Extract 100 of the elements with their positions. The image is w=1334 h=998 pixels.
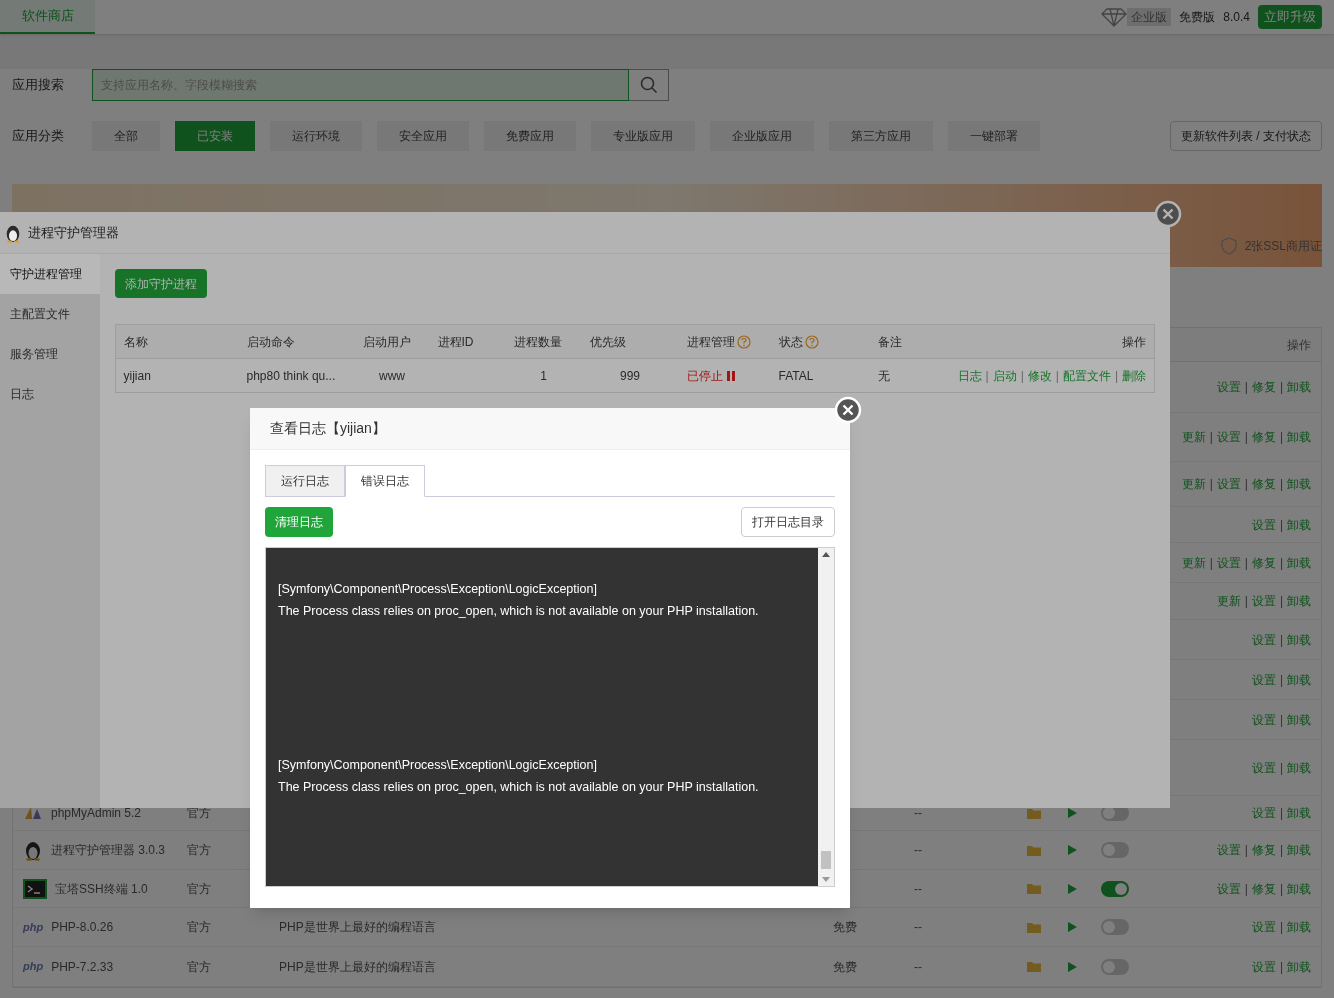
scroll-down-icon[interactable] (822, 877, 830, 882)
action-link[interactable]: 卸载 (1287, 804, 1311, 822)
action-link[interactable]: 设置 (1251, 804, 1276, 822)
sidebar-item[interactable]: 守护进程管理 (0, 254, 100, 294)
action-link[interactable]: 设置 (1251, 957, 1276, 976)
help-icon[interactable] (804, 334, 819, 349)
folder-icon[interactable] (1026, 806, 1042, 820)
clear-log-button[interactable]: 清理日志 (265, 507, 333, 537)
toggle-switch[interactable] (1101, 958, 1129, 975)
action-link[interactable]: 卸载 (1287, 758, 1311, 777)
action-link[interactable]: 更新 (1181, 475, 1206, 493)
separator: | (1209, 554, 1213, 572)
separator: | (1244, 880, 1248, 898)
action-link[interactable]: 修复 (1251, 428, 1276, 446)
category-button[interactable]: 运行环境 (270, 121, 362, 151)
help-icon[interactable] (736, 334, 751, 349)
app-name[interactable]: phpMyAdmin 5.2 (51, 804, 142, 822)
separator: | (985, 367, 989, 385)
action-link[interactable]: 日志 (957, 366, 982, 385)
category-button[interactable]: 安全应用 (377, 121, 469, 151)
action-link[interactable]: 设置 (1216, 553, 1241, 572)
column-header: 优先级 (589, 333, 626, 351)
folder-icon[interactable] (1026, 882, 1042, 895)
action-link[interactable]: 卸载 (1287, 475, 1311, 493)
action-link[interactable]: 设置 (1251, 630, 1276, 649)
action-link[interactable]: 卸载 (1287, 670, 1311, 689)
play-icon[interactable] (1066, 921, 1078, 933)
separator: | (1279, 958, 1283, 976)
action-link[interactable]: 配置文件 (1062, 366, 1111, 385)
scrollbar[interactable] (818, 548, 834, 886)
action-link[interactable]: 设置 (1251, 758, 1276, 777)
action-link[interactable]: 更新 (1181, 428, 1206, 446)
category-button[interactable]: 专业版应用 (591, 121, 695, 151)
toggle-switch[interactable] (1101, 880, 1129, 897)
app-name[interactable]: 进程守护管理器 3.0.3 (51, 841, 166, 859)
action-link[interactable]: 卸载 (1287, 592, 1311, 610)
action-link[interactable]: 更新 (1181, 553, 1206, 572)
action-link[interactable]: 设置 (1216, 475, 1241, 493)
action-link[interactable]: 修复 (1251, 553, 1276, 572)
action-link[interactable]: 修复 (1251, 378, 1276, 396)
action-link[interactable]: 设置 (1251, 918, 1276, 936)
toggle-switch[interactable] (1101, 919, 1129, 935)
refresh-button[interactable]: 更新软件列表 / 支付状态 (1170, 121, 1322, 151)
upgrade-button[interactable]: 立即升级 (1258, 5, 1322, 29)
action-link[interactable]: 设置 (1216, 428, 1241, 446)
action-link[interactable]: 设置 (1216, 841, 1241, 859)
action-link[interactable]: 卸载 (1287, 710, 1311, 729)
scroll-thumb[interactable] (821, 851, 831, 869)
category-button[interactable]: 免费应用 (484, 121, 576, 151)
category-button[interactable]: 已安装 (175, 121, 255, 151)
category-button[interactable]: 全部 (92, 121, 160, 151)
close-icon[interactable] (1154, 200, 1182, 228)
folder-icon[interactable] (1026, 960, 1042, 973)
action-link[interactable]: 设置 (1251, 710, 1276, 729)
search-button[interactable] (629, 69, 669, 101)
scroll-up-icon[interactable] (822, 552, 830, 557)
description-text: PHP是世界上最好的编程语言 (279, 959, 436, 974)
app-name[interactable]: 宝塔SSH终端 1.0 (55, 879, 148, 898)
action-link[interactable]: 设置 (1251, 670, 1276, 689)
action-link[interactable]: 设置 (1251, 515, 1276, 534)
category-button[interactable]: 企业版应用 (710, 121, 814, 151)
app-name[interactable]: PHP-7.2.33 (51, 957, 114, 976)
action-link[interactable]: 设置 (1216, 879, 1241, 898)
store-tab[interactable]: 软件商店 (0, 0, 95, 34)
log-line: [Symfony\Component\Process\Exception\LogicException] (278, 581, 598, 598)
open-log-folder-button[interactable]: 打开日志目录 (741, 507, 835, 537)
action-link[interactable]: 更新 (1216, 592, 1241, 610)
add-process-button[interactable]: 添加守护进程 (114, 269, 207, 298)
action-link[interactable]: 卸载 (1287, 879, 1311, 898)
action-link[interactable]: 卸载 (1287, 841, 1311, 859)
separator: | (1279, 631, 1283, 649)
toggle-switch[interactable] (1101, 842, 1129, 858)
action-link[interactable]: 删除 (1122, 366, 1146, 385)
action-link[interactable]: 卸载 (1287, 515, 1311, 534)
action-link[interactable]: 设置 (1216, 378, 1241, 396)
action-link[interactable]: 修复 (1251, 841, 1276, 859)
category-button[interactable]: 第三方应用 (829, 121, 933, 151)
category-button[interactable]: 一键部署 (948, 121, 1040, 151)
log-tab[interactable]: 错误日志 (345, 465, 425, 497)
folder-icon[interactable] (1026, 843, 1042, 857)
action-link[interactable]: 卸载 (1287, 553, 1311, 572)
action-link[interactable]: 设置 (1251, 592, 1276, 610)
process-state[interactable]: 已停止 (678, 366, 771, 385)
action-link[interactable]: 修改 (1027, 366, 1052, 385)
play-icon[interactable] (1066, 844, 1078, 856)
log-tab[interactable]: 运行日志 (265, 465, 345, 497)
action-link[interactable]: 卸载 (1287, 378, 1311, 396)
action-link[interactable]: 修复 (1251, 475, 1276, 493)
action-link[interactable]: 启动 (992, 366, 1017, 385)
table-cell: yijian (123, 368, 151, 383)
action-link[interactable]: 卸载 (1287, 630, 1311, 649)
action-link[interactable]: 修复 (1251, 879, 1276, 898)
action-link[interactable]: 卸载 (1287, 918, 1311, 936)
folder-icon[interactable] (1026, 920, 1042, 934)
play-icon[interactable] (1066, 882, 1078, 895)
play-icon[interactable] (1066, 960, 1078, 973)
action-link[interactable]: 卸载 (1287, 428, 1311, 446)
separator: | (1279, 593, 1283, 610)
action-link[interactable]: 卸载 (1287, 957, 1311, 976)
app-name[interactable]: PHP-8.0.26 (51, 918, 114, 936)
